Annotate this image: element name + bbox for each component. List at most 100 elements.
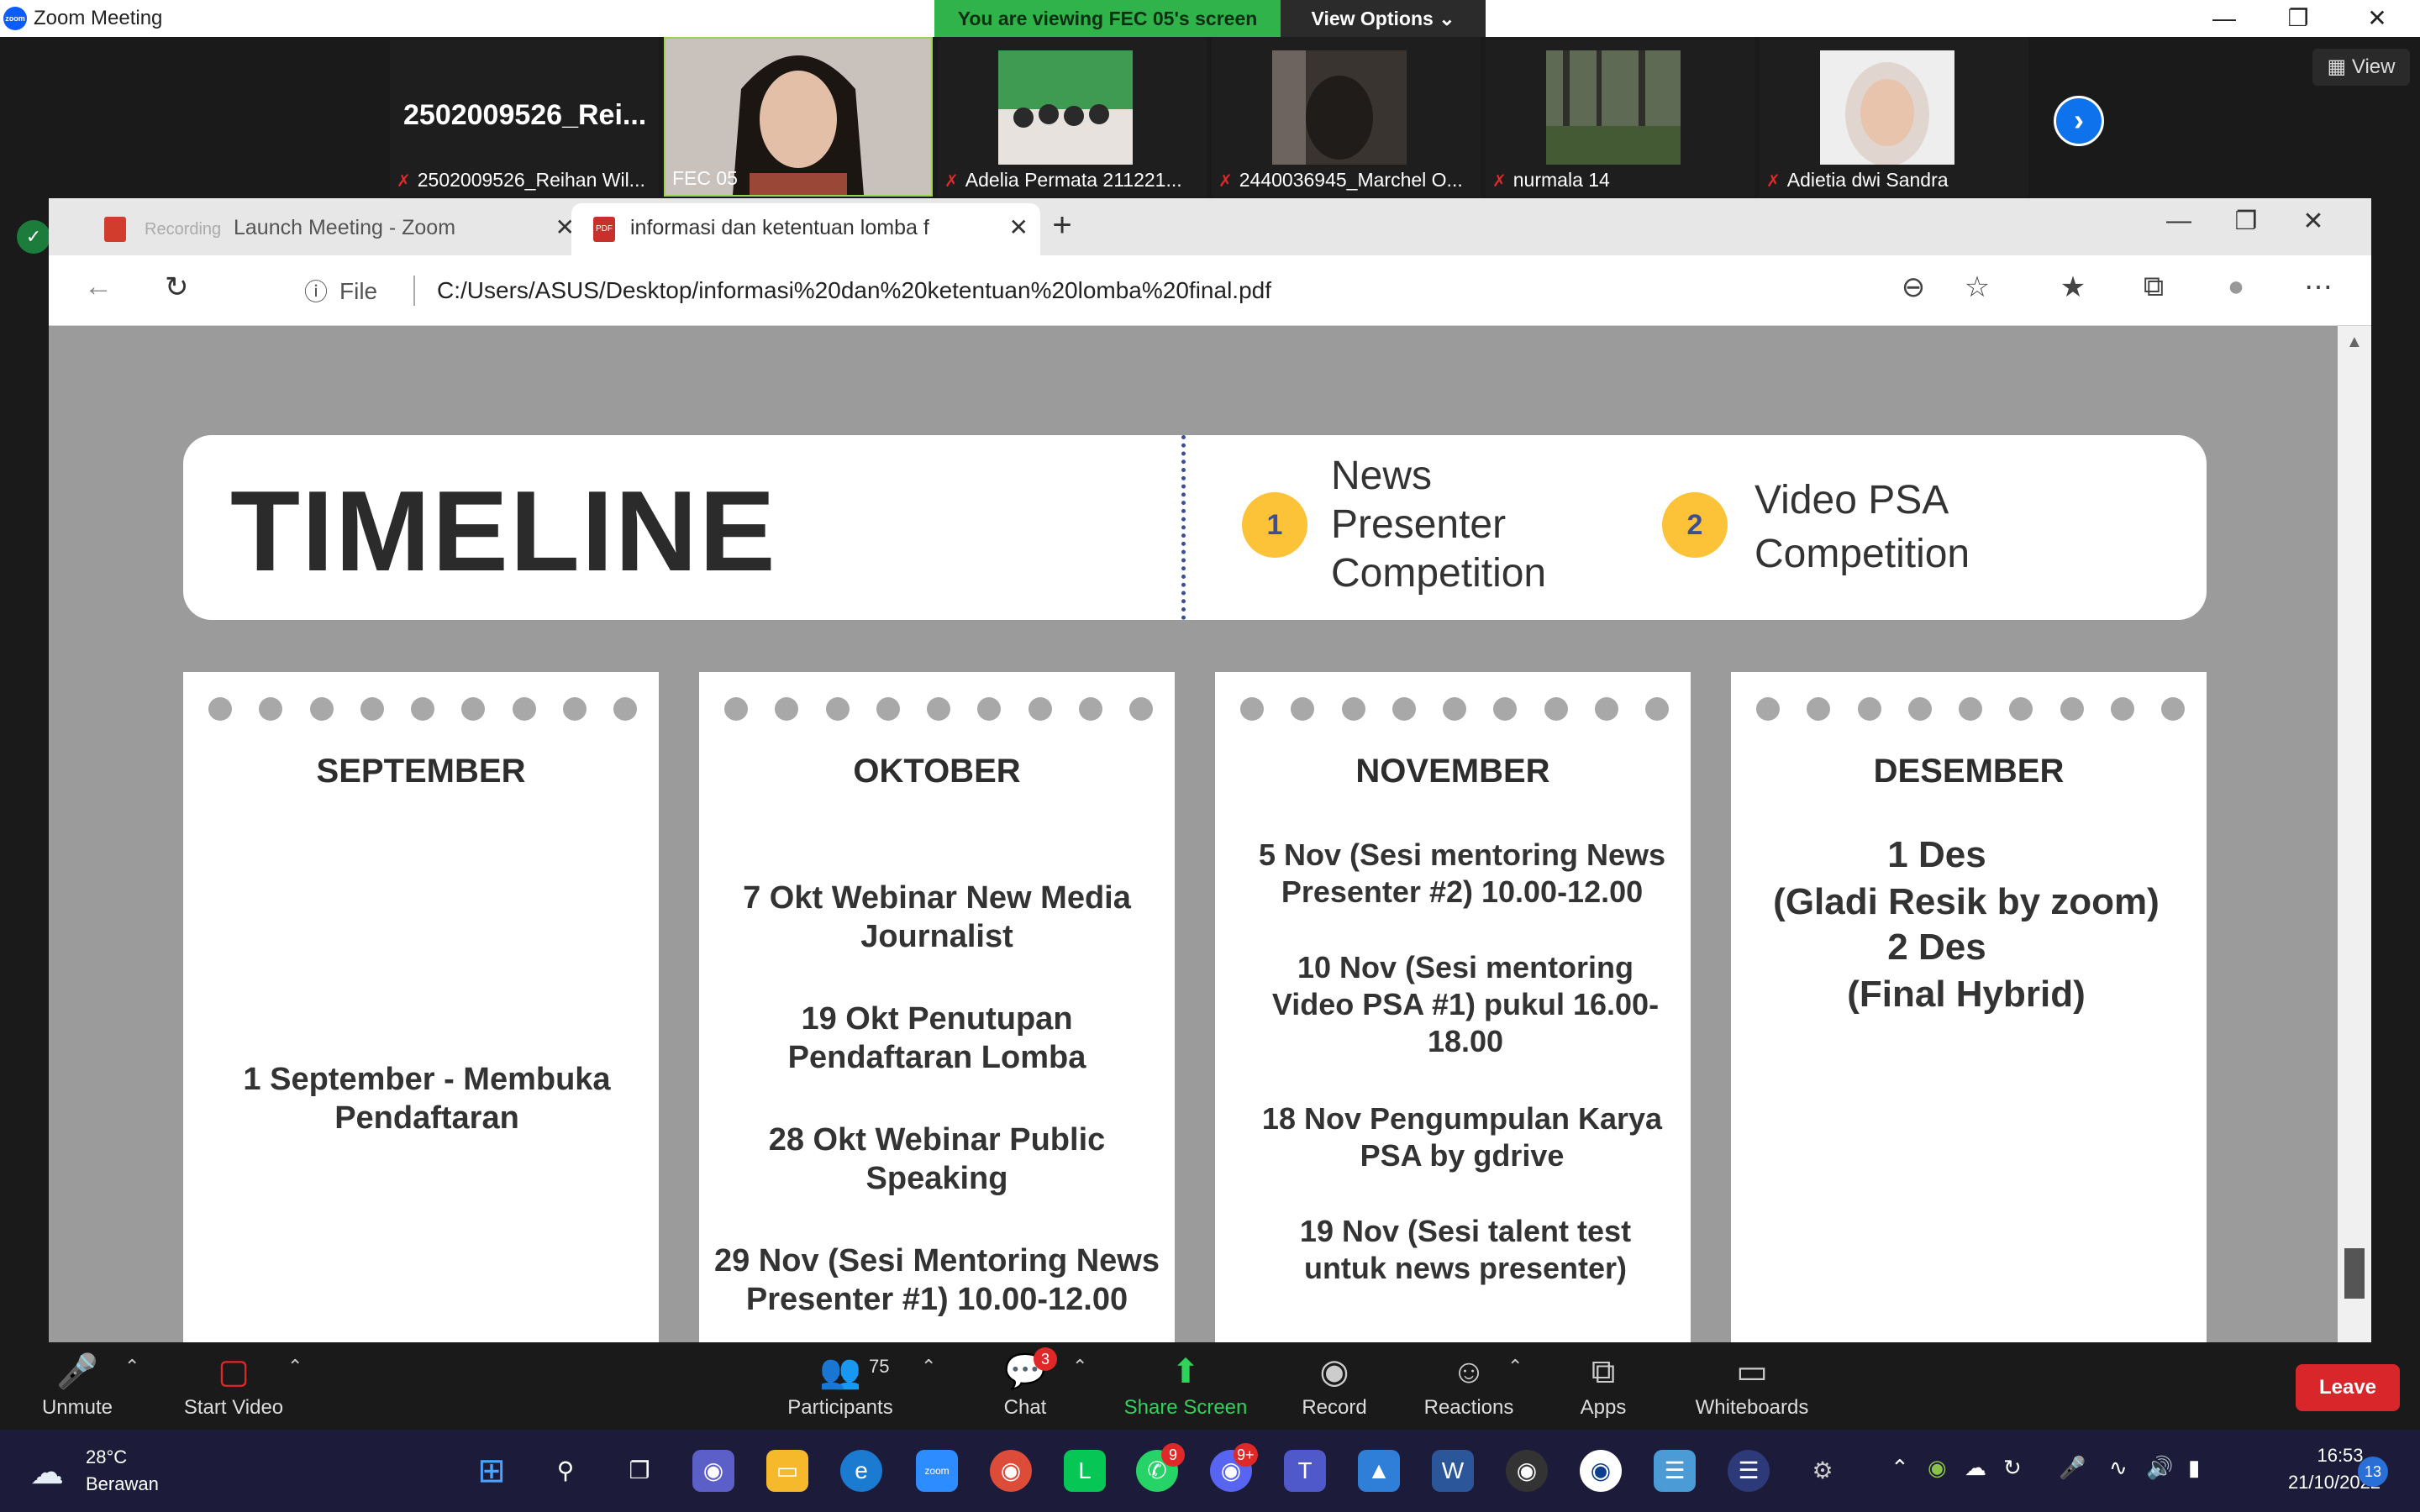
obs-icon[interactable]: ◉	[1506, 1450, 1548, 1492]
notification-count[interactable]: 13	[2358, 1457, 2388, 1487]
word-icon[interactable]: W	[1432, 1450, 1474, 1492]
more-menu-icon[interactable]: ⋯	[2297, 270, 2339, 304]
event-item: 19 Okt Penutupan Pendaftaran Lomba	[787, 1001, 1086, 1075]
teams-icon[interactable]: T	[1284, 1450, 1326, 1492]
zoom-titlebar: zoom Zoom Meeting You are viewing FEC 05…	[0, 0, 2420, 37]
start-video-button[interactable]: ▢ Start Video	[176, 1351, 291, 1420]
event-item: 19 Nov (Sesi talent test untuk news pres…	[1299, 1214, 1632, 1285]
collections-icon[interactable]: ⧉	[2133, 270, 2175, 303]
file-explorer-icon[interactable]: ▭	[766, 1450, 808, 1492]
browser-minimize-button[interactable]: —	[2149, 207, 2208, 235]
close-button[interactable]: ✕	[2348, 3, 2407, 34]
onedrive-icon[interactable]: ☁	[1965, 1455, 1986, 1481]
chrome-icon[interactable]: ◉	[990, 1450, 1032, 1492]
speaker-icon[interactable]: 🔊	[2146, 1455, 2173, 1481]
participant-video-thumb	[998, 50, 1133, 165]
profile-avatar-icon[interactable]: ●	[2215, 270, 2257, 303]
notepad-icon[interactable]: ☰	[1654, 1450, 1696, 1492]
event-item: 10 Nov (Sesi mentoring Video PSA #1) puk…	[1271, 950, 1660, 1058]
leave-button[interactable]: Leave	[2296, 1364, 2400, 1411]
close-tab-icon[interactable]: ✕	[1009, 203, 1028, 252]
chevron-up-icon[interactable]: ⌃	[921, 1356, 936, 1378]
competition-number-badge: 2	[1662, 492, 1728, 558]
zoom-taskbar-icon[interactable]: zoom	[916, 1450, 958, 1492]
month-title: DESEMBER	[1873, 753, 2065, 790]
participant-tile[interactable]: ✗ 2440036945_Marchel O...	[1212, 37, 1481, 197]
record-icon: ◉	[1319, 1353, 1349, 1390]
participant-tile[interactable]: 2502009526_Rei... ✗ 2502009526_Reihan Wil…	[390, 37, 659, 197]
record-button[interactable]: ◉ Record	[1294, 1351, 1375, 1420]
photos-icon[interactable]: ▲	[1358, 1450, 1400, 1492]
apps-button[interactable]: ⧉ Apps	[1571, 1351, 1635, 1420]
unmute-button[interactable]: 🎤 Unmute	[34, 1351, 121, 1420]
url-box[interactable]: ⓘ File C:/Users/ASUS/Desktop/informasi%2…	[230, 264, 1998, 318]
whatsapp-badge: 9	[1161, 1443, 1185, 1467]
month-title: SEPTEMBER	[316, 753, 526, 790]
eclipse-icon[interactable]: ☰	[1728, 1450, 1770, 1492]
zoom-out-icon[interactable]: ⊖	[1892, 270, 1934, 304]
chevron-up-icon[interactable]: ⌃	[1072, 1356, 1087, 1378]
tab-launch-meeting[interactable]: Recording Launch Meeting - Zoom ✕	[82, 203, 587, 255]
participant-tile-active-speaker[interactable]: FEC 05	[664, 37, 933, 197]
participant-tile[interactable]: ✗ nurmala 14	[1486, 37, 1754, 197]
zoom-tab-icon	[104, 217, 126, 242]
next-page-arrow-icon[interactable]: ›	[2054, 96, 2104, 146]
tray-app-icon[interactable]: ◉	[1928, 1455, 1947, 1481]
refresh-icon[interactable]: ↻	[165, 270, 189, 304]
pdf-viewer[interactable]: TIMELINE 1 News Presenter Competition 2 …	[49, 326, 2338, 1342]
back-arrow-icon[interactable]: ←	[84, 270, 113, 303]
video-strip: 2502009526_Rei... ✗ 2502009526_Reihan Wil…	[0, 37, 2420, 198]
line-icon[interactable]: L	[1064, 1450, 1106, 1492]
weather-description[interactable]: Berawan	[86, 1473, 159, 1495]
wifi-icon[interactable]: ∿	[2109, 1455, 2128, 1481]
month-card-november: NOVEMBER 5 Nov (Sesi mentoring News Pres…	[1215, 672, 1691, 1342]
info-icon[interactable]: ⓘ	[304, 274, 328, 307]
chevron-up-icon[interactable]: ⌃	[124, 1356, 139, 1378]
browser-restore-button[interactable]: ❐	[2217, 207, 2275, 236]
url-text[interactable]: C:/Users/ASUS/Desktop/informasi%20dan%20…	[437, 277, 1271, 304]
teams-chat-icon[interactable]: ◉	[692, 1450, 734, 1492]
view-options-button[interactable]: View Options ⌄	[1281, 0, 1486, 37]
weather-temperature[interactable]: 28°C	[86, 1446, 127, 1468]
app-icon[interactable]: ◉	[1580, 1450, 1622, 1492]
minimize-button[interactable]: —	[2195, 3, 2254, 34]
tab-pdf[interactable]: PDF informasi dan ketentuan lomba f ✕	[571, 203, 1040, 255]
participant-name-label: ✗ nurmala 14	[1492, 169, 1610, 191]
microphone-icon[interactable]: 🎤	[2059, 1455, 2086, 1481]
share-screen-button[interactable]: ⬆ Share Screen	[1123, 1351, 1249, 1420]
timeline-header: TIMELINE 1 News Presenter Competition 2 …	[183, 435, 2207, 620]
whiteboard-icon: ▭	[1736, 1353, 1768, 1390]
participant-name-label: ✗ Adietia dwi Sandra	[1766, 169, 1949, 191]
event-date: 2 Des	[1887, 927, 1986, 968]
settings-gear-icon[interactable]: ⚙	[1802, 1450, 1844, 1492]
participants-count: 75	[869, 1356, 890, 1377]
pdf-scrollbar[interactable]: ▲	[2338, 326, 2371, 1342]
sync-icon[interactable]: ↻	[2003, 1455, 2022, 1481]
restore-button[interactable]: ❐	[2269, 3, 2328, 34]
new-tab-button[interactable]: +	[1037, 207, 1087, 244]
chevron-up-icon[interactable]: ⌃	[287, 1356, 302, 1378]
divider	[413, 276, 415, 306]
favorites-icon[interactable]: ★	[2052, 270, 2094, 304]
view-button[interactable]: ▦ View	[2312, 49, 2410, 86]
participant-video-thumb	[1546, 50, 1681, 165]
participant-video-thumb	[1820, 50, 1954, 165]
windows-start-icon[interactable]: ⊞	[471, 1450, 513, 1492]
add-favorite-icon[interactable]: ☆	[1956, 270, 1998, 304]
battery-icon[interactable]: ▮	[2188, 1455, 2200, 1481]
browser-close-button[interactable]: ✕	[2284, 207, 2343, 236]
event-item: 29 Nov (Sesi Mentoring News Presenter #1…	[713, 1243, 1160, 1317]
grid-icon: ▦	[2327, 55, 2347, 78]
whiteboards-button[interactable]: ▭ Whiteboards	[1689, 1351, 1815, 1420]
participant-tile[interactable]: ✗ Adelia Permata 211221...	[938, 37, 1207, 197]
scroll-up-icon[interactable]: ▲	[2346, 333, 2363, 352]
search-icon[interactable]: ⚲	[544, 1450, 587, 1492]
reactions-button[interactable]: ☺ Reactions	[1420, 1351, 1518, 1420]
task-view-icon[interactable]: ❐	[618, 1450, 660, 1492]
file-label: File	[339, 278, 378, 304]
edge-icon[interactable]: e	[840, 1450, 882, 1492]
chevron-up-icon[interactable]: ⌃	[1507, 1356, 1523, 1378]
chevron-up-icon[interactable]: ⌃	[1891, 1455, 1909, 1481]
participant-tile[interactable]: ✗ Adietia dwi Sandra	[1760, 37, 2028, 197]
scroll-thumb[interactable]	[2344, 1248, 2365, 1299]
